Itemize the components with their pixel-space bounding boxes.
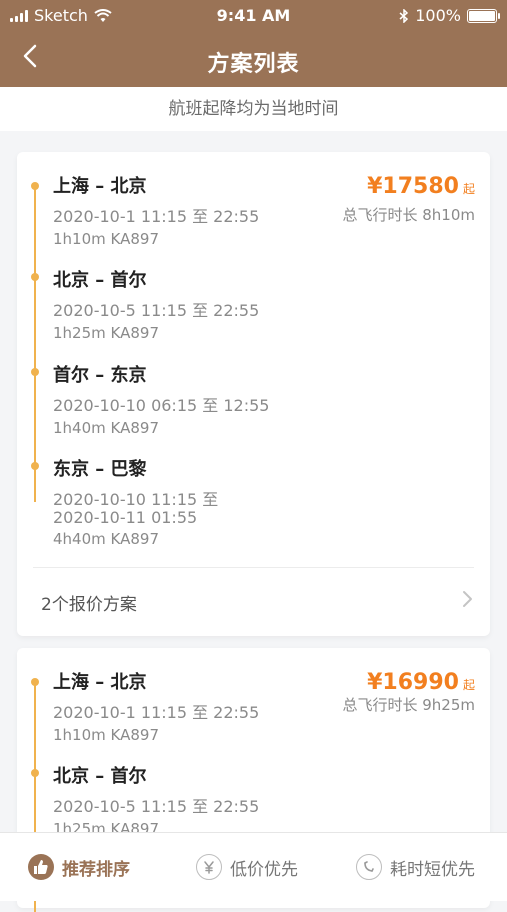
tab-short-duration[interactable]: 耗时短优先 [356,833,475,901]
segment-info: 1h40m KA897 [53,419,159,437]
segment-time: 2020-10-5 11:15 至 22:55 [53,797,260,816]
timeline-dot [31,273,39,281]
price: ¥16990 起 [367,670,475,695]
battery-icon [467,8,500,23]
segment-route: 东京 – 巴黎 [53,459,147,480]
total-duration: 总飞行时长 9h25m [342,696,475,714]
segment-time: 2020-10-10 11:15 至 [53,490,219,509]
segment-route: 上海 – 北京 [53,176,147,197]
segment-time: 2020-10-1 11:15 至 22:55 [53,207,260,226]
total-duration: 总飞行时长 8h10m [342,206,475,224]
price: ¥17580 起 [367,174,475,199]
top-bar: Sketch 9:41 AM 100% 方案列表 [0,0,507,87]
segment-time-end: 2020-10-11 01:55 [53,508,198,527]
segment-info: 1h10m KA897 [53,230,159,248]
timeline-dot [31,678,39,686]
timeline-line [34,186,36,502]
segment-time: 2020-10-5 11:15 至 22:55 [53,301,260,320]
segment-route: 北京 – 首尔 [53,270,147,291]
segment-info: 1h10m KA897 [53,726,159,744]
quote-options-row[interactable]: 2个报价方案 [17,568,490,632]
segment-route: 上海 – 北京 [53,672,147,693]
tab-label: 低价优先 [230,859,298,880]
local-time-notice: 航班起降均为当地时间 [0,87,507,131]
tab-low-price[interactable]: 低价优先 [196,833,298,901]
timeline-dot [31,462,39,470]
status-bar: Sketch 9:41 AM 100% [0,0,507,30]
tab-label: 推荐排序 [62,859,130,880]
segment-time: 2020-10-10 06:15 至 12:55 [53,396,270,415]
bluetooth-icon [399,8,409,23]
segment-route: 北京 – 首尔 [53,766,147,787]
chevron-right-icon [463,591,472,607]
battery-percent: 100% [415,6,461,25]
tab-label: 耗时短优先 [390,859,475,880]
clock-icon [356,854,382,880]
timeline-dot [31,769,39,777]
segment-time: 2020-10-1 11:15 至 22:55 [53,703,260,722]
tab-recommended[interactable]: 推荐排序 [28,833,130,901]
sort-tab-bar: 推荐排序 低价优先 耗时短优先 [0,832,507,901]
timeline-dot [31,368,39,376]
quote-options-label: 2个报价方案 [41,595,137,615]
page-title: 方案列表 [207,52,300,77]
segment-info: 1h25m KA897 [53,324,159,342]
segment-info: 4h40m KA897 [53,530,159,548]
plan-card[interactable]: ¥17580 起 总飞行时长 8h10m 上海 – 北京 2020-10-1 11… [17,152,490,636]
thumbs-up-icon [28,854,54,880]
segment-route: 首尔 – 东京 [53,365,147,386]
yen-coin-icon [196,854,222,880]
timeline-dot [31,182,39,190]
nav-bar: 方案列表 [0,30,507,87]
